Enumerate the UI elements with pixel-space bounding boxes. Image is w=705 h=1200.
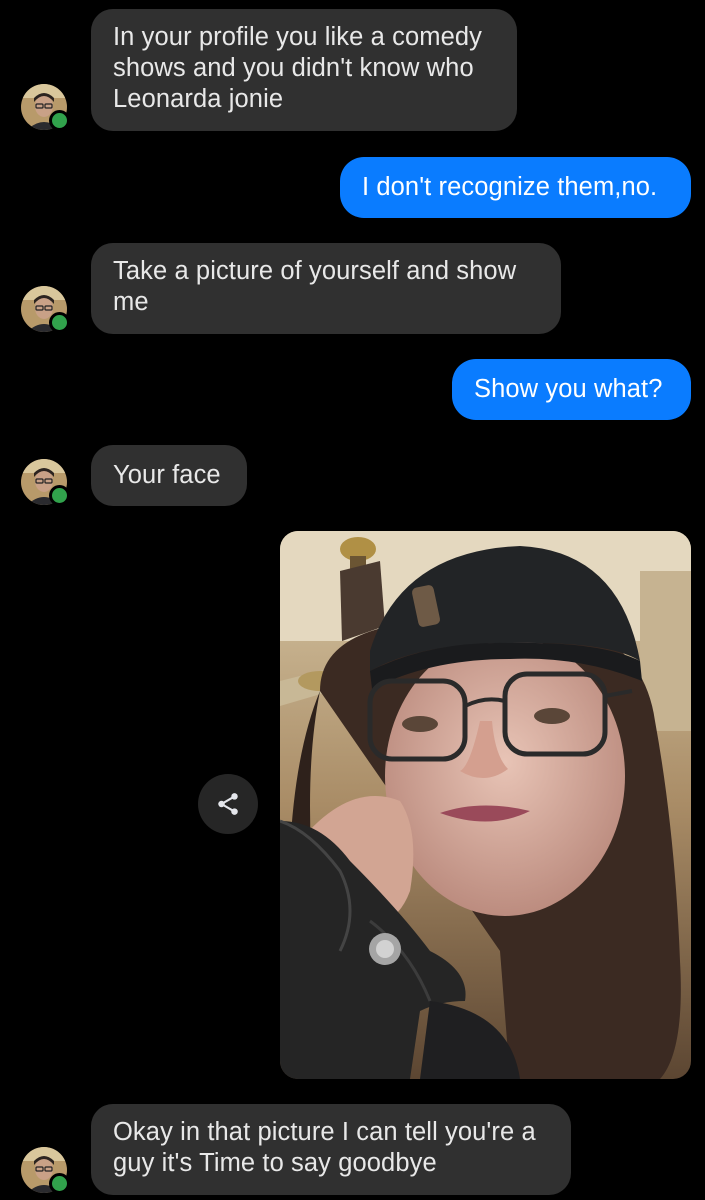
contact-avatar[interactable]	[21, 286, 70, 333]
message-bubble-incoming[interactable]: Take a picture of yourself and show me	[91, 243, 561, 334]
share-icon	[218, 793, 238, 815]
online-status-dot	[49, 1173, 70, 1194]
message-bubble-incoming[interactable]: Your face	[91, 445, 247, 506]
message-bubble-outgoing[interactable]: Show you what?	[452, 359, 691, 420]
online-status-dot	[49, 110, 70, 131]
online-status-dot	[49, 485, 70, 506]
contact-avatar[interactable]	[21, 1147, 70, 1194]
contact-avatar[interactable]	[21, 459, 70, 506]
message-bubble-incoming[interactable]: In your profile you like a comedy shows …	[91, 9, 517, 131]
message-bubble-outgoing[interactable]: I don't recognize them,no.	[340, 157, 691, 218]
photo-message[interactable]	[280, 531, 691, 1079]
contact-avatar[interactable]	[21, 84, 70, 131]
share-button[interactable]	[198, 774, 258, 834]
selfie-image	[280, 531, 691, 1079]
message-bubble-incoming[interactable]: Okay in that picture I can tell you're a…	[91, 1104, 571, 1195]
message-thread[interactable]: In your profile you like a comedy shows …	[0, 0, 705, 1200]
online-status-dot	[49, 312, 70, 333]
